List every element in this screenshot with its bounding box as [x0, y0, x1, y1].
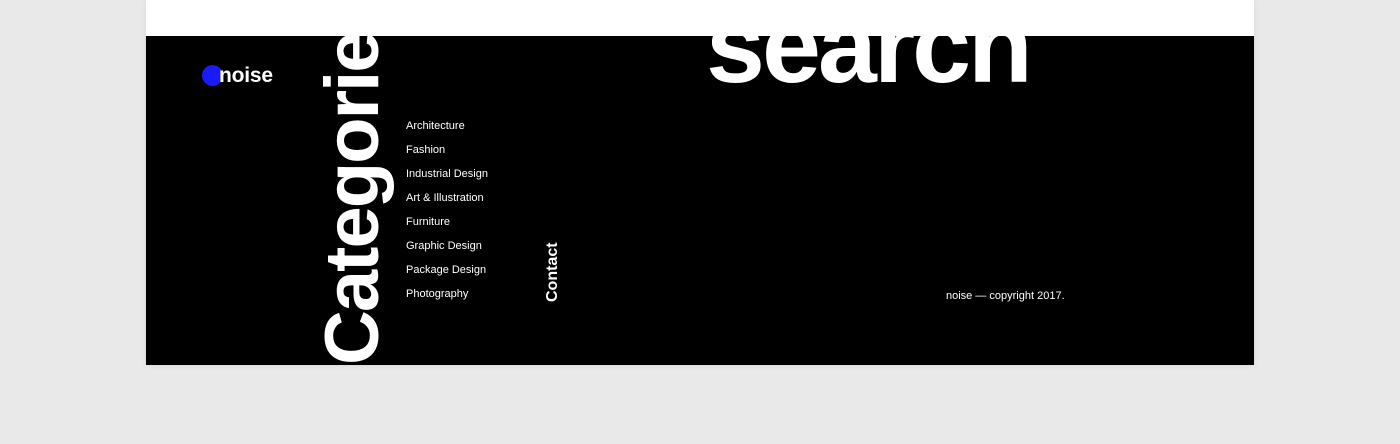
category-link-photography[interactable]: Photography: [406, 282, 488, 306]
top-white-bar: [146, 0, 1254, 36]
category-link-fashion[interactable]: Fashion: [406, 138, 488, 162]
category-link-architecture[interactable]: Architecture: [406, 114, 488, 138]
category-link-package-design[interactable]: Package Design: [406, 258, 488, 282]
category-link-graphic-design[interactable]: Graphic Design: [406, 234, 488, 258]
category-link-art-illustration[interactable]: Art & Illustration: [406, 186, 488, 210]
logo-text: noise: [219, 64, 273, 87]
category-list: Architecture Fashion Industrial Design A…: [406, 114, 488, 306]
categories-heading: Categories: [310, 0, 395, 365]
category-link-furniture[interactable]: Furniture: [406, 210, 488, 234]
contact-link[interactable]: Contact: [543, 222, 563, 302]
logo[interactable]: noise: [202, 64, 273, 88]
footer-page: noise Categories Architecture Fashion In…: [146, 0, 1254, 365]
category-link-industrial-design[interactable]: Industrial Design: [406, 162, 488, 186]
copyright-text: noise — copyright 2017.: [946, 290, 1065, 302]
